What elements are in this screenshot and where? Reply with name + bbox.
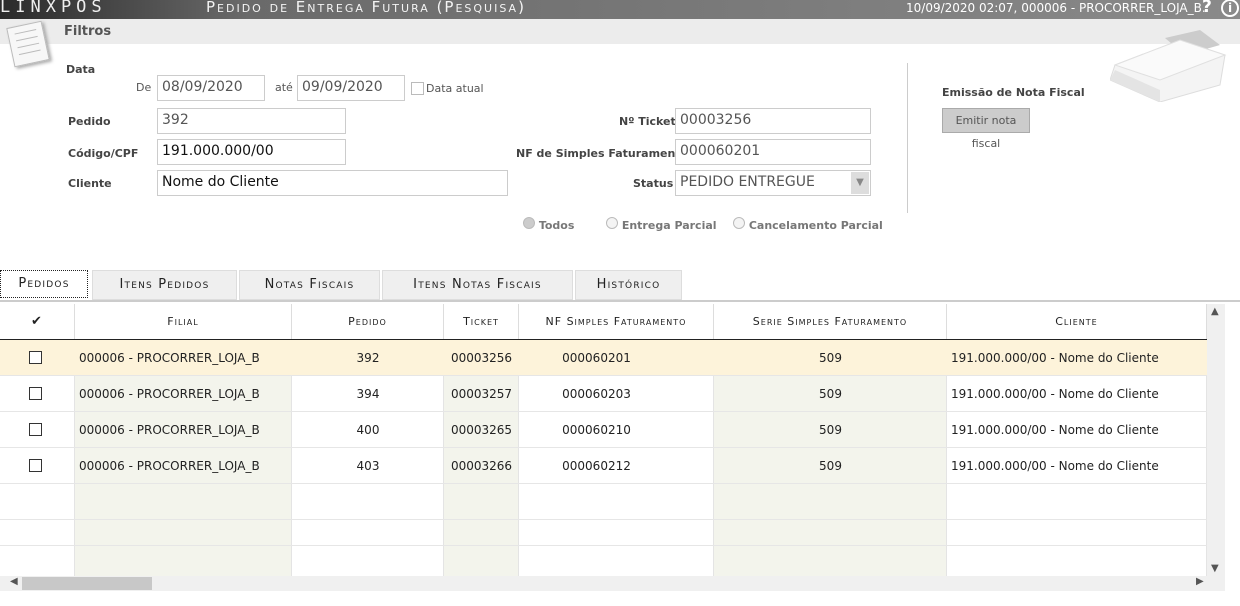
ticket-label: Nº Ticket (619, 115, 676, 128)
table-cell: 191.000.000/00 - Nome do Cliente (951, 387, 1159, 401)
table-cell: 400 (356, 423, 380, 437)
scrollbar-thumb[interactable] (22, 577, 152, 590)
vertical-scrollbar[interactable]: ▲ ▼ (1207, 304, 1225, 576)
row-checkbox[interactable] (29, 423, 42, 436)
horizontal-scrollbar[interactable]: ◀ ▶ (0, 576, 1225, 591)
table-cell: 509 (819, 351, 842, 365)
header-serie[interactable]: Serie Simples Faturamento (714, 304, 947, 339)
nf-input[interactable]: 000060201 (675, 139, 871, 165)
table-cell: 191.000.000/00 - Nome do Cliente (951, 423, 1159, 437)
date-to-input[interactable]: 09/09/2020 (297, 75, 405, 101)
tab-historico[interactable]: Histórico (575, 270, 682, 300)
de-label: De (136, 81, 152, 94)
data-label: Data (66, 63, 96, 76)
table-row[interactable]: 000006 - PROCORRER_LOJA_B 400 00003265 0000… (0, 412, 1207, 448)
row-checkbox[interactable] (29, 351, 42, 364)
cliente-label: Cliente (68, 177, 112, 190)
radio-cancelamento-parcial[interactable]: Cancelamento Parcial (733, 217, 883, 232)
pedido-label: Pedido (68, 115, 111, 128)
table-cell: 000060212 (562, 459, 631, 473)
tab-itens-notas-fiscais[interactable]: Itens Notas Fiscais (382, 270, 573, 300)
filters-heading: Filtros (64, 24, 112, 39)
table-cell: 509 (819, 423, 842, 437)
window-title: Pedido de Entrega Futura (Pesquisa) (206, 0, 526, 16)
codigo-label: Código/CPF (68, 147, 139, 160)
status-label: Status (633, 177, 674, 190)
table-cell: 392 (356, 351, 380, 365)
header-ticket[interactable]: Ticket (444, 304, 519, 339)
emitir-nota-fiscal-button[interactable]: Emitir nota fiscal (942, 108, 1030, 150)
table-cell: 509 (819, 387, 842, 401)
ate-label: até (275, 81, 293, 94)
header-nf[interactable]: NF Simples Faturamento (519, 304, 714, 339)
select-all-header[interactable]: ✔ (0, 304, 75, 339)
divider (907, 63, 908, 213)
table-cell: 191.000.000/00 - Nome do Cliente (951, 351, 1159, 365)
pedido-input[interactable]: 392 (157, 108, 346, 134)
cliente-input[interactable]: Nome do Cliente (157, 170, 508, 196)
table-cell: 000006 - PROCORRER_LOJA_B (79, 459, 260, 473)
app-logo: LINXPOS (0, 0, 107, 17)
table-cell: 00003265 (450, 423, 513, 437)
table-row[interactable]: 000006 - PROCORRER_LOJA_B 392 00003256 0000… (0, 340, 1207, 376)
table-cell: 000060203 (562, 387, 631, 401)
pedidos-grid: ✔ Filial Pedido Ticket NF Simples Fatura… (0, 304, 1207, 576)
tab-divider (0, 300, 1240, 302)
table-cell: 000006 - PROCORRER_LOJA_B (79, 351, 260, 365)
data-atual-checkbox[interactable] (411, 82, 424, 95)
table-cell: 00003266 (450, 459, 513, 473)
status-select[interactable]: PEDIDO ENTREGUE (675, 170, 871, 196)
cash-register-icon (1110, 30, 1227, 102)
table-cell: 394 (356, 387, 380, 401)
codigo-cpf-input[interactable]: 191.000.000/00 (157, 139, 346, 165)
row-checkbox[interactable] (29, 387, 42, 400)
nf-label: NF de Simples Faturamento (516, 147, 689, 160)
tab-pedidos[interactable]: Pedidos (0, 270, 88, 298)
table-cell: 00003256 (450, 351, 513, 365)
session-info: 10/09/2020 02:07, 000006 - PROCORRER_LOJ… (906, 1, 1206, 15)
table-row[interactable]: 000006 - PROCORRER_LOJA_B 403 00003266 0000… (0, 448, 1207, 484)
header-pedido[interactable]: Pedido (292, 304, 444, 339)
table-cell: 403 (356, 459, 380, 473)
table-cell: 00003257 (450, 387, 513, 401)
table-cell: 000006 - PROCORRER_LOJA_B (79, 387, 260, 401)
row-checkbox[interactable] (29, 459, 42, 472)
help-icon[interactable]: ? (1202, 0, 1212, 17)
table-cell: 000006 - PROCORRER_LOJA_B (79, 423, 260, 437)
data-atual-label: Data atual (426, 82, 484, 95)
radio-entrega-parcial[interactable]: Entrega Parcial (606, 217, 717, 232)
tab-notas-fiscais[interactable]: Notas Fiscais (239, 270, 380, 300)
chevron-down-icon[interactable]: ▼ (851, 172, 869, 194)
table-cell: 509 (819, 459, 842, 473)
header-filial[interactable]: Filial (75, 304, 292, 339)
table-cell: 000060210 (562, 423, 631, 437)
filter-header-bar (0, 19, 1240, 44)
tab-itens-pedidos[interactable]: Itens Pedidos (92, 270, 237, 300)
table-row[interactable]: 000006 - PROCORRER_LOJA_B 394 00003257 0000… (0, 376, 1207, 412)
table-cell: 000060201 (562, 351, 631, 365)
header-cliente[interactable]: Cliente (947, 304, 1207, 339)
date-from-input[interactable]: 08/09/2020 (157, 75, 265, 101)
ticket-input[interactable]: 00003256 (675, 108, 871, 134)
table-cell: 191.000.000/00 - Nome do Cliente (951, 459, 1159, 473)
nota-fiscal-heading: Emissão de Nota Fiscal (942, 86, 1085, 99)
radio-todos[interactable]: Todos (523, 217, 574, 232)
